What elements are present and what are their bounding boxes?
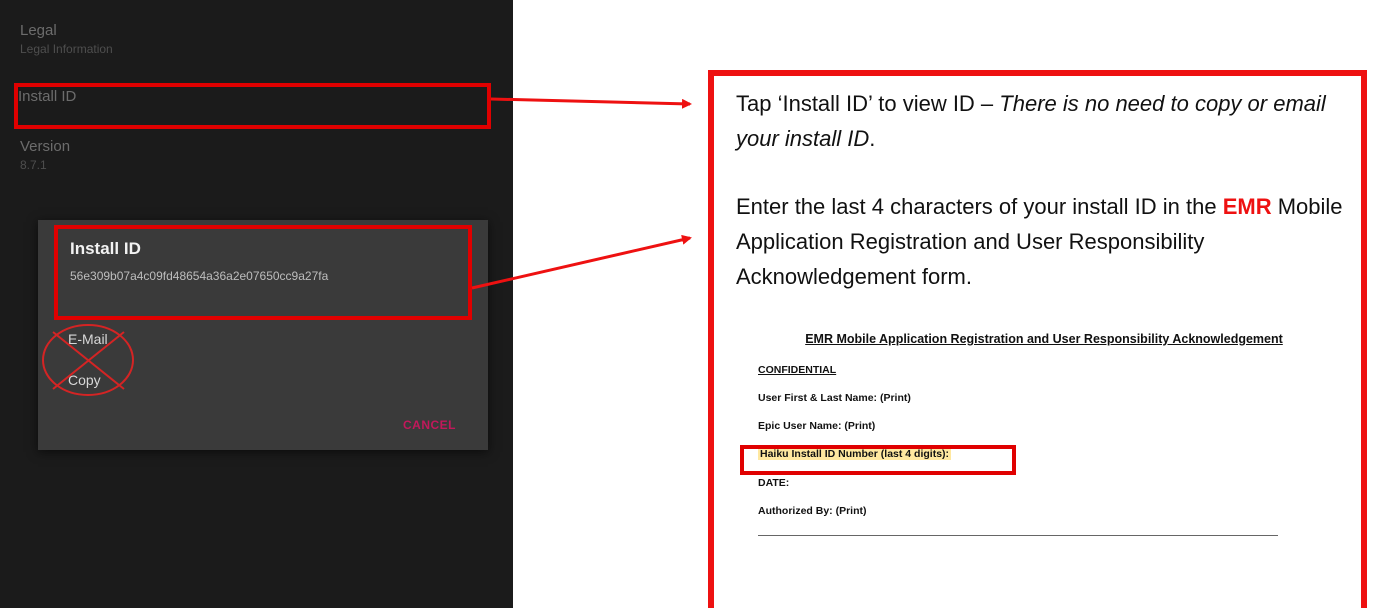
form-epic-user: Epic User Name: (Print) <box>758 420 876 432</box>
tap-instruction-text: Tap ‘Install ID’ to view ID – <box>736 91 1000 116</box>
tap-instruction-end: . <box>869 126 876 151</box>
form-user-name: User First & Last Name: (Print) <box>758 392 911 404</box>
arrow-to-tap-instruction <box>490 97 692 109</box>
form-title: EMR Mobile Application Registration and … <box>805 332 1283 346</box>
tap-instruction: Tap ‘Install ID’ to view ID – There is n… <box>736 86 1346 156</box>
form-authorized-by: Authorized By: (Print) <box>758 505 867 517</box>
form-date: DATE: <box>758 477 790 489</box>
instruction-figure: Legal Legal Information Install ID Versi… <box>0 0 1374 608</box>
form-confidential: CONFIDENTIAL <box>758 364 837 376</box>
emr-label: EMR <box>1222 194 1272 219</box>
enter-instruction-text: Enter the last 4 characters of your inst… <box>736 194 1223 219</box>
registration-form: EMR Mobile Application Registration and … <box>744 332 1344 536</box>
arrow-to-enter-instruction <box>471 234 692 290</box>
callout-panel: Tap ‘Install ID’ to view ID – There is n… <box>708 70 1367 608</box>
signature-line <box>758 535 1278 536</box>
enter-instruction: Enter the last 4 characters of your inst… <box>736 189 1346 294</box>
haiku-id-highlight-box <box>740 445 1016 475</box>
